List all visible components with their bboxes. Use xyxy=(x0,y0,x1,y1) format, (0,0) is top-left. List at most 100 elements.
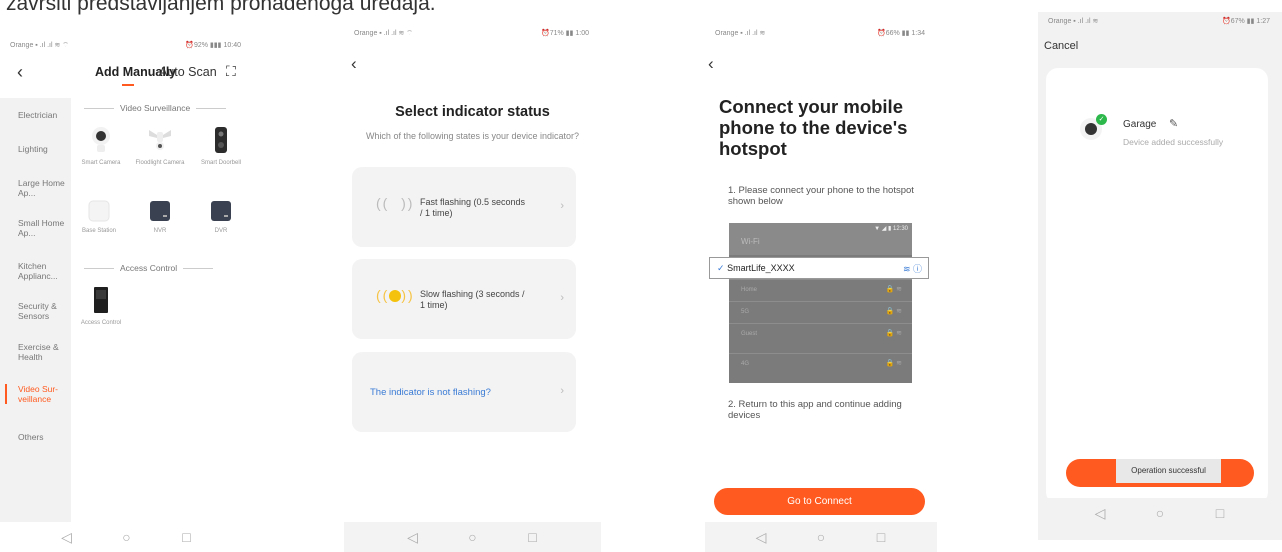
floodlight-icon xyxy=(149,130,171,150)
status-left: Orange ▪ .ıl .ıl ≋ xyxy=(715,30,766,37)
dvr-icon xyxy=(211,201,231,221)
lock-wifi-icon: 🔒 ≋ xyxy=(885,360,902,367)
edit-pencil-icon[interactable]: ✎ xyxy=(1169,117,1178,130)
status-bar: Orange ▪ .ıl .ıl ≋ ⏰67% ▮▮ 1:27 xyxy=(1038,12,1282,30)
back-chevron-icon[interactable]: ‹ xyxy=(351,54,357,74)
status-right: ⏰92% ▮▮▮ 10:40 xyxy=(185,42,241,49)
sidebar-item-large-home[interactable]: Large Home Ap... xyxy=(18,178,68,198)
nav-back-icon[interactable]: ◁ xyxy=(753,529,769,546)
sidebar-item-kitchen[interactable]: Kitchen Applianc... xyxy=(18,261,68,281)
device-label: NVR xyxy=(153,228,167,234)
base-station-icon xyxy=(88,200,110,222)
status-right: ⏰71% ▮▮ 1:00 xyxy=(541,30,589,37)
phone-connect-hotspot: Orange ▪ .ıl .ıl ≋ ⏰66% ▮▮ 1:34 ‹ Connec… xyxy=(705,24,937,552)
indicator-on-icon: (()) xyxy=(376,287,415,303)
option-label: Fast flashing (0.5 seconds / 1 time) xyxy=(420,197,526,218)
status-right: ⏰66% ▮▮ 1:34 xyxy=(877,30,925,37)
indicator-off-icon: (( )) xyxy=(376,195,415,211)
nav-home-icon[interactable]: ○ xyxy=(813,529,829,545)
camera-icon xyxy=(92,127,110,152)
nav-back-icon[interactable]: ◁ xyxy=(1092,505,1108,522)
device-dvr[interactable]: DVR xyxy=(196,200,246,235)
system-nav-bar: ◁ ○ □ xyxy=(344,522,601,552)
status-bar: Orange ▪ .ıl .ıl ≋ ⌔ ⏰92% ▮▮▮ 10:40 xyxy=(0,36,253,54)
nav-recent-icon[interactable]: □ xyxy=(525,529,541,545)
document-text: završiti predstavljanjem pronađenoga ure… xyxy=(6,0,436,15)
chevron-right-icon: › xyxy=(560,385,564,397)
nav-back-icon[interactable]: ◁ xyxy=(59,529,75,546)
sidebar-item-security[interactable]: Security & Sensors xyxy=(18,301,68,321)
nav-home-icon[interactable]: ○ xyxy=(465,529,481,545)
sidebar-item-video-surveillance[interactable]: Video Sur-veillance xyxy=(18,384,68,404)
status-bar: Orange ▪ .ıl .ıl ≋ ⌔ ⏰71% ▮▮ 1:00 xyxy=(344,24,601,42)
status-left: Orange ▪ .ıl .ıl ≋ ⌔ xyxy=(10,42,69,49)
lock-wifi-icon: 🔒 ≋ xyxy=(885,308,902,315)
system-nav-bar: ◁ ○ □ xyxy=(705,522,937,552)
nav-home-icon[interactable]: ○ xyxy=(1152,505,1168,521)
nav-back-icon[interactable]: ◁ xyxy=(405,529,421,546)
scan-icon[interactable]: ⛶ xyxy=(226,63,236,80)
check-icon: ✓ xyxy=(1096,114,1107,125)
network-name: Guest xyxy=(741,331,758,337)
network-name: 5G xyxy=(741,309,750,315)
device-label: Access Control xyxy=(80,320,122,326)
network-name: Home xyxy=(741,287,758,293)
toast-message: Operation successful xyxy=(1116,459,1221,483)
device-smart-camera[interactable]: Smart Camera xyxy=(76,126,126,167)
back-chevron-icon[interactable]: ‹ xyxy=(708,54,714,74)
sidebar-item-exercise[interactable]: Exercise & Health xyxy=(18,342,68,362)
page-title: Select indicator status xyxy=(395,104,550,120)
chevron-right-icon: › xyxy=(560,292,564,304)
header: ‹ Add Manually Auto Scan ⛶ xyxy=(0,62,253,90)
option-not-flashing[interactable]: The indicator is not flashing? › xyxy=(352,352,576,432)
sidebar-item-others[interactable]: Others xyxy=(18,432,68,442)
nav-recent-icon[interactable]: □ xyxy=(873,529,889,545)
active-tab-indicator xyxy=(122,84,134,86)
wifi-list-illustration: ▼ ◢ ▮ 12:30 Wi-Fi Home 🔒 ≋ 5G 🔒 ≋ Guest 🔒 ≋… xyxy=(729,223,912,383)
category-sidebar: Electrician Lighting Large Home Ap... Sm… xyxy=(0,98,71,542)
result-card: ✓ Garage ✎ Device added successfully Ope… xyxy=(1046,68,1268,504)
device-label: Smart Camera xyxy=(81,160,121,166)
go-to-connect-button[interactable]: Go to Connect xyxy=(714,488,925,515)
device-access-control[interactable]: Access Control xyxy=(76,286,126,327)
tab-auto-scan[interactable]: Auto Scan xyxy=(159,65,217,79)
device-label: Base Station xyxy=(81,228,117,234)
page-subtitle: Which of the following states is your de… xyxy=(365,131,580,141)
lock-wifi-icon: 🔒 ≋ xyxy=(885,330,902,337)
wifi-label: Wi-Fi xyxy=(741,237,760,246)
phone-device-added: Orange ▪ .ıl .ıl ≋ ⏰67% ▮▮ 1:27 Cancel ✓… xyxy=(1038,12,1282,540)
not-flashing-link[interactable]: The indicator is not flashing? xyxy=(370,387,491,398)
option-label: Slow flashing (3 seconds / 1 time) xyxy=(420,289,525,310)
step-one-text: 1. Please connect your phone to the hots… xyxy=(728,185,914,207)
sidebar-item-small-home[interactable]: Small Home Ap... xyxy=(18,218,68,238)
lock-wifi-icon: 🔒 ≋ xyxy=(885,286,902,293)
device-smart-doorbell[interactable]: Smart Doorbell xyxy=(196,126,246,167)
device-nvr[interactable]: NVR xyxy=(135,200,185,235)
nav-recent-icon[interactable]: □ xyxy=(1212,505,1228,521)
page-title: Connect your mobile phone to the device'… xyxy=(719,96,908,159)
section-access-control: Access Control xyxy=(84,263,214,273)
chevron-right-icon: › xyxy=(560,200,564,212)
nvr-icon xyxy=(150,201,170,221)
phone-add-manually: Orange ▪ .ıl .ıl ≋ ⌔ ⏰92% ▮▮▮ 10:40 ‹ Ad… xyxy=(0,36,253,552)
sidebar-item-electrician[interactable]: Electrician xyxy=(18,110,68,120)
device-base-station[interactable]: Base Station xyxy=(74,200,124,235)
section-label: Video Surveillance xyxy=(120,103,191,113)
device-label: Smart Doorbell xyxy=(200,160,241,166)
doorbell-icon xyxy=(215,127,227,153)
selected-network-name: ✓ SmartLife_XXXX xyxy=(717,263,795,273)
cancel-button[interactable]: Cancel xyxy=(1044,40,1078,52)
nav-home-icon[interactable]: ○ xyxy=(119,529,135,545)
nav-recent-icon[interactable]: □ xyxy=(179,529,195,545)
device-name: Garage xyxy=(1123,119,1157,130)
back-chevron-icon[interactable]: ‹ xyxy=(17,62,23,83)
access-panel-icon xyxy=(94,287,108,313)
option-slow-flashing[interactable]: (()) Slow flashing (3 seconds / 1 time) … xyxy=(352,259,576,339)
system-nav-bar: ◁ ○ □ xyxy=(0,522,253,552)
sidebar-item-lighting[interactable]: Lighting xyxy=(18,144,68,154)
section-video-surveillance: Video Surveillance xyxy=(84,103,227,113)
device-status: Device added successfully xyxy=(1123,137,1224,147)
device-floodlight-camera[interactable]: Floodlight Camera xyxy=(135,126,185,167)
status-right: ⏰67% ▮▮ 1:27 xyxy=(1222,18,1270,25)
option-fast-flashing[interactable]: (( )) Fast flashing (0.5 seconds / 1 tim… xyxy=(352,167,576,247)
